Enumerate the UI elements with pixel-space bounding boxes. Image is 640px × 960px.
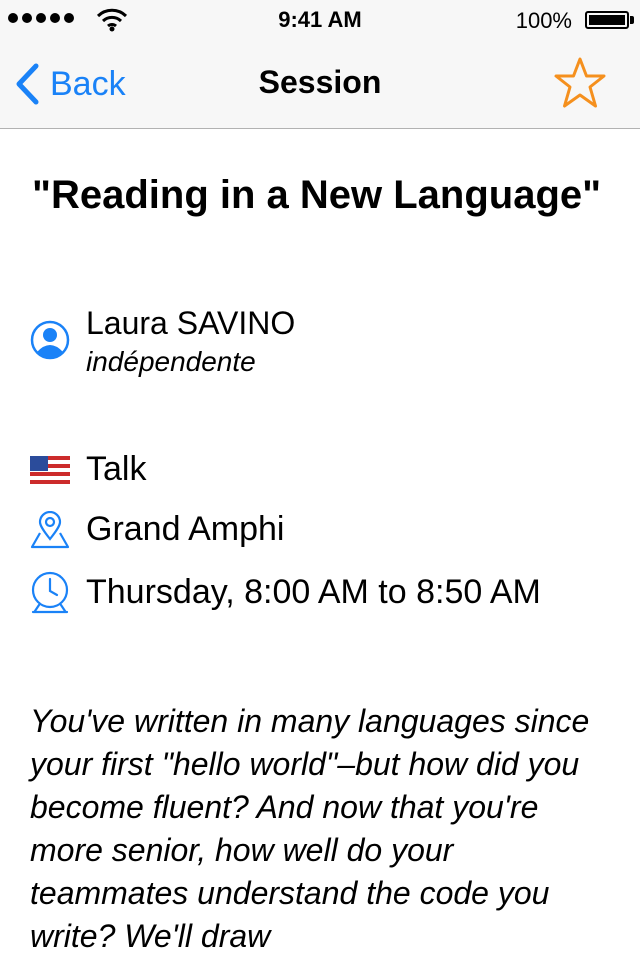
star-outline-icon[interactable] [552,56,608,110]
speaker-row[interactable]: Laura SAVINO indépendente [30,304,295,382]
speaker-name: Laura SAVINO [86,305,296,341]
session-time: Thursday, 8:00 AM to 8:50 AM [86,572,541,611]
battery-icon [585,11,629,29]
session-time-row: Thursday, 8:00 AM to 8:50 AM [30,570,541,614]
session-room: Grand Amphi [86,510,285,548]
navigation-bar: Back Session [0,40,640,129]
session-description: You've written in many languages since y… [30,703,590,954]
page-title: Session [258,64,382,100]
session-title: "Reading in a New Language" [32,173,602,217]
session-type-row: Talk [30,450,146,489]
session-room-row: Grand Amphi [30,510,284,549]
session-type: Talk [86,450,147,488]
clock-icon [31,571,69,614]
person-circle-icon [30,320,70,360]
speaker-company: indépendente [86,346,256,377]
status-bar: 9:41 AM 100% [0,0,640,40]
battery-percent: 100% [515,8,572,33]
map-pin-icon [30,510,70,548]
us-flag-icon [30,455,70,484]
